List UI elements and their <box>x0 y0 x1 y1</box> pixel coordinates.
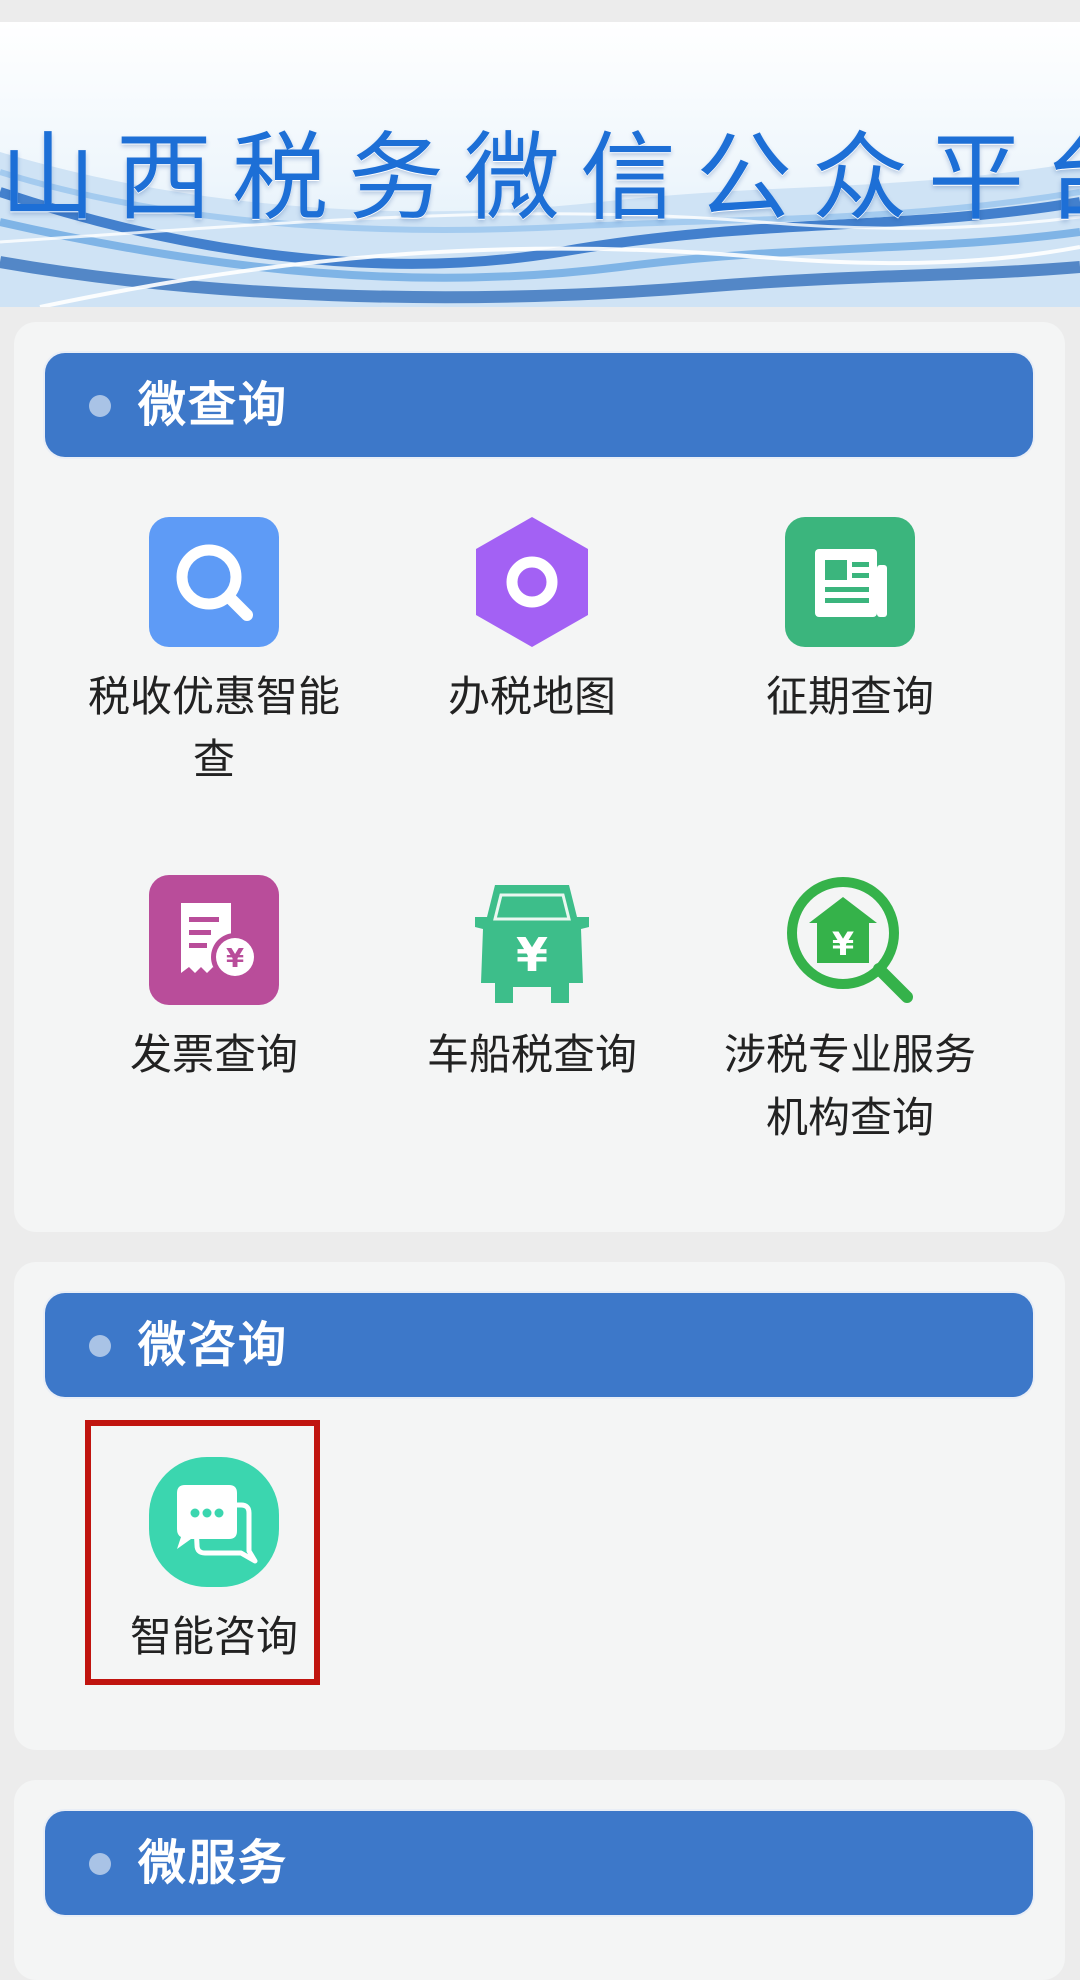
item-tax-period[interactable]: 征期查询 <box>691 517 1009 728</box>
bullet-dot <box>89 1335 111 1357</box>
section-header-query: 微查询 <box>45 353 1033 457</box>
bullet-dot <box>89 1853 111 1875</box>
highlight-box <box>85 1420 320 1685</box>
item-tax-map[interactable]: 办税地图 <box>373 517 691 728</box>
map-hexagon-icon <box>467 517 597 647</box>
section-card-query: 微查询 税收优惠智能查 办税地图 征期查询 ¥ 发票查询 ¥ 车船税查询 ¥ 涉… <box>14 322 1065 1232</box>
section-header-consult: 微咨询 <box>45 1293 1033 1397</box>
item-vehicle-tax[interactable]: ¥ 车船税查询 <box>373 875 691 1086</box>
calendar-document-icon <box>785 517 915 647</box>
section-card-service: 微服务 <box>14 1780 1065 1980</box>
item-label: 办税地图 <box>447 672 616 721</box>
agency-search-icon: ¥ <box>785 875 915 1005</box>
section-title: 微服务 <box>138 1835 289 1891</box>
banner: 山西税务微信公众平台 <box>0 22 1080 307</box>
item-label: 涉税专业服务机构查询 <box>723 1030 976 1142</box>
item-label: 车船税查询 <box>426 1030 637 1079</box>
svg-text:¥: ¥ <box>516 928 548 982</box>
section-title: 微查询 <box>138 377 289 433</box>
item-label: 税收优惠智能查 <box>87 672 340 784</box>
status-strip <box>0 0 1080 22</box>
car-tax-icon: ¥ <box>467 875 597 1005</box>
item-label: 发票查询 <box>129 1030 298 1079</box>
item-label: 征期查询 <box>765 672 934 721</box>
banner-title: 山西税务微信公众平台 <box>0 122 1080 234</box>
svg-text:¥: ¥ <box>832 925 854 963</box>
svg-text:¥: ¥ <box>226 944 244 974</box>
invoice-icon: ¥ <box>149 875 279 1005</box>
item-agency-search[interactable]: ¥ 涉税专业服务机构查询 <box>691 875 1009 1149</box>
section-title: 微咨询 <box>138 1317 289 1373</box>
section-header-service: 微服务 <box>45 1811 1033 1915</box>
search-icon <box>149 517 279 647</box>
item-invoice[interactable]: ¥ 发票查询 <box>55 875 373 1086</box>
item-tax-incentive[interactable]: 税收优惠智能查 <box>55 517 373 791</box>
bullet-dot <box>89 395 111 417</box>
